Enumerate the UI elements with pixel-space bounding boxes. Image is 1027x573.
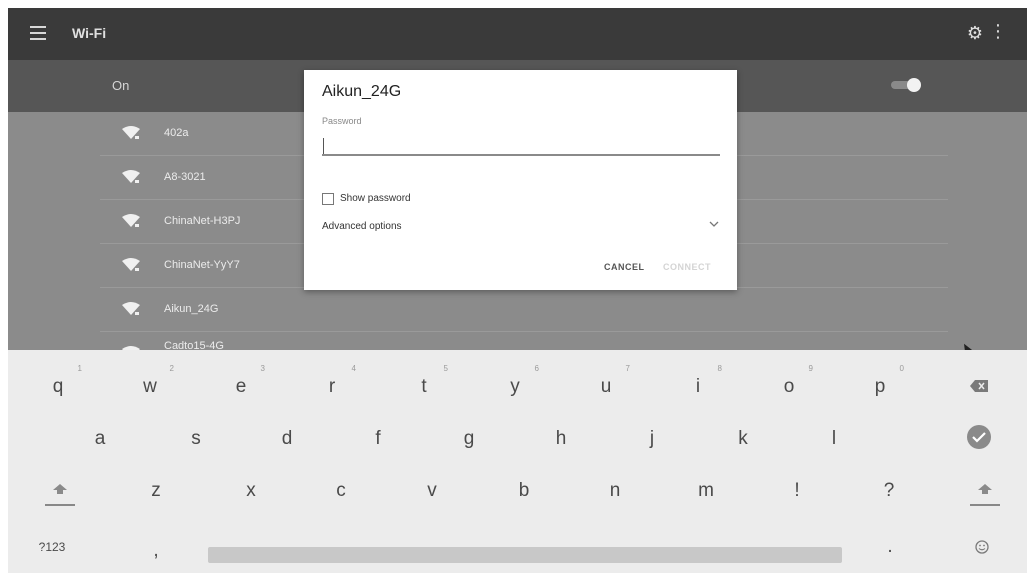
key-l[interactable]: l (794, 412, 874, 464)
on-screen-keyboard: 1q 2w 3e 4r 5t 6y 7u 8i 9o 0p a s d f g … (8, 350, 1027, 573)
dialog-title: Aikun_24G (322, 83, 402, 100)
emoji-key[interactable] (942, 520, 1022, 572)
check-circle-icon (967, 425, 991, 449)
enter-key[interactable] (940, 412, 1020, 464)
key-w[interactable]: 2w (110, 360, 190, 412)
key-j[interactable]: j (612, 412, 692, 464)
network-item[interactable]: Aikun_24G (100, 288, 948, 332)
key-exclamation[interactable]: ! (757, 464, 837, 516)
gear-icon[interactable]: ⚙ (967, 24, 983, 42)
wifi-signal-icon (122, 170, 140, 183)
network-item[interactable]: Cadto15-4G (100, 332, 948, 350)
key-q[interactable]: 1q (18, 360, 98, 412)
wifi-state-label: On (112, 78, 130, 93)
password-label: Password (322, 116, 362, 126)
wifi-signal-icon (122, 302, 140, 315)
network-name: 402a (164, 127, 189, 139)
key-i[interactable]: 8i (658, 360, 738, 412)
key-o[interactable]: 9o (749, 360, 829, 412)
wifi-password-dialog: Aikun_24G Password Show password Advance… (304, 70, 737, 290)
network-name: Aikun_24G (164, 303, 219, 315)
cancel-button[interactable]: CANCEL (604, 262, 645, 272)
wifi-signal-icon (122, 258, 140, 271)
text-cursor (323, 138, 324, 154)
key-p[interactable]: 0p (840, 360, 920, 412)
key-period[interactable]: . (850, 520, 930, 572)
key-n[interactable]: n (575, 464, 655, 516)
key-u[interactable]: 7u (566, 360, 646, 412)
key-y[interactable]: 6y (475, 360, 555, 412)
wifi-toggle-switch[interactable] (891, 78, 921, 92)
page-title: Wi-Fi (72, 25, 107, 41)
key-c[interactable]: c (301, 464, 381, 516)
key-f[interactable]: f (338, 412, 418, 464)
space-bar[interactable] (208, 547, 842, 563)
backspace-icon (970, 380, 988, 392)
backspace-key[interactable] (940, 360, 1020, 412)
key-h[interactable]: h (521, 412, 601, 464)
more-vert-icon[interactable]: ⋮ (989, 22, 1007, 40)
key-z[interactable]: z (116, 464, 196, 516)
shift-arrow-icon (53, 484, 67, 494)
key-comma[interactable]: , (116, 524, 196, 573)
shift-key-right[interactable] (945, 464, 1025, 516)
network-name: Cadto15-4G (164, 340, 224, 350)
network-name: ChinaNet-YyY7 (164, 259, 240, 271)
show-password-checkbox[interactable] (322, 193, 334, 205)
key-m[interactable]: m (666, 464, 746, 516)
show-password-label[interactable]: Show password (340, 193, 411, 204)
app-bar: Wi-Fi ⚙ ⋮ (8, 8, 1027, 60)
key-a[interactable]: a (60, 412, 140, 464)
password-field[interactable] (322, 132, 720, 156)
network-name: A8-3021 (164, 171, 206, 183)
network-name: ChinaNet-H3PJ (164, 215, 241, 227)
key-r[interactable]: 4r (292, 360, 372, 412)
connect-button[interactable]: CONNECT (663, 262, 711, 272)
emoji-icon (975, 540, 989, 554)
shift-arrow-icon (978, 484, 992, 494)
wifi-signal-icon (122, 126, 140, 139)
key-e[interactable]: 3e (201, 360, 281, 412)
wifi-signal-icon (122, 214, 140, 227)
key-b[interactable]: b (484, 464, 564, 516)
key-g[interactable]: g (429, 412, 509, 464)
key-v[interactable]: v (392, 464, 472, 516)
key-t[interactable]: 5t (384, 360, 464, 412)
key-s[interactable]: s (156, 412, 236, 464)
key-question[interactable]: ? (849, 464, 929, 516)
advanced-options-toggle[interactable]: Advanced options (322, 221, 402, 232)
key-x[interactable]: x (211, 464, 291, 516)
hamburger-menu-icon[interactable] (30, 26, 46, 40)
symbols-key[interactable]: ?123 (12, 520, 92, 572)
shift-key-left[interactable] (20, 464, 100, 516)
key-d[interactable]: d (247, 412, 327, 464)
key-k[interactable]: k (703, 412, 783, 464)
chevron-down-icon[interactable] (709, 219, 719, 229)
